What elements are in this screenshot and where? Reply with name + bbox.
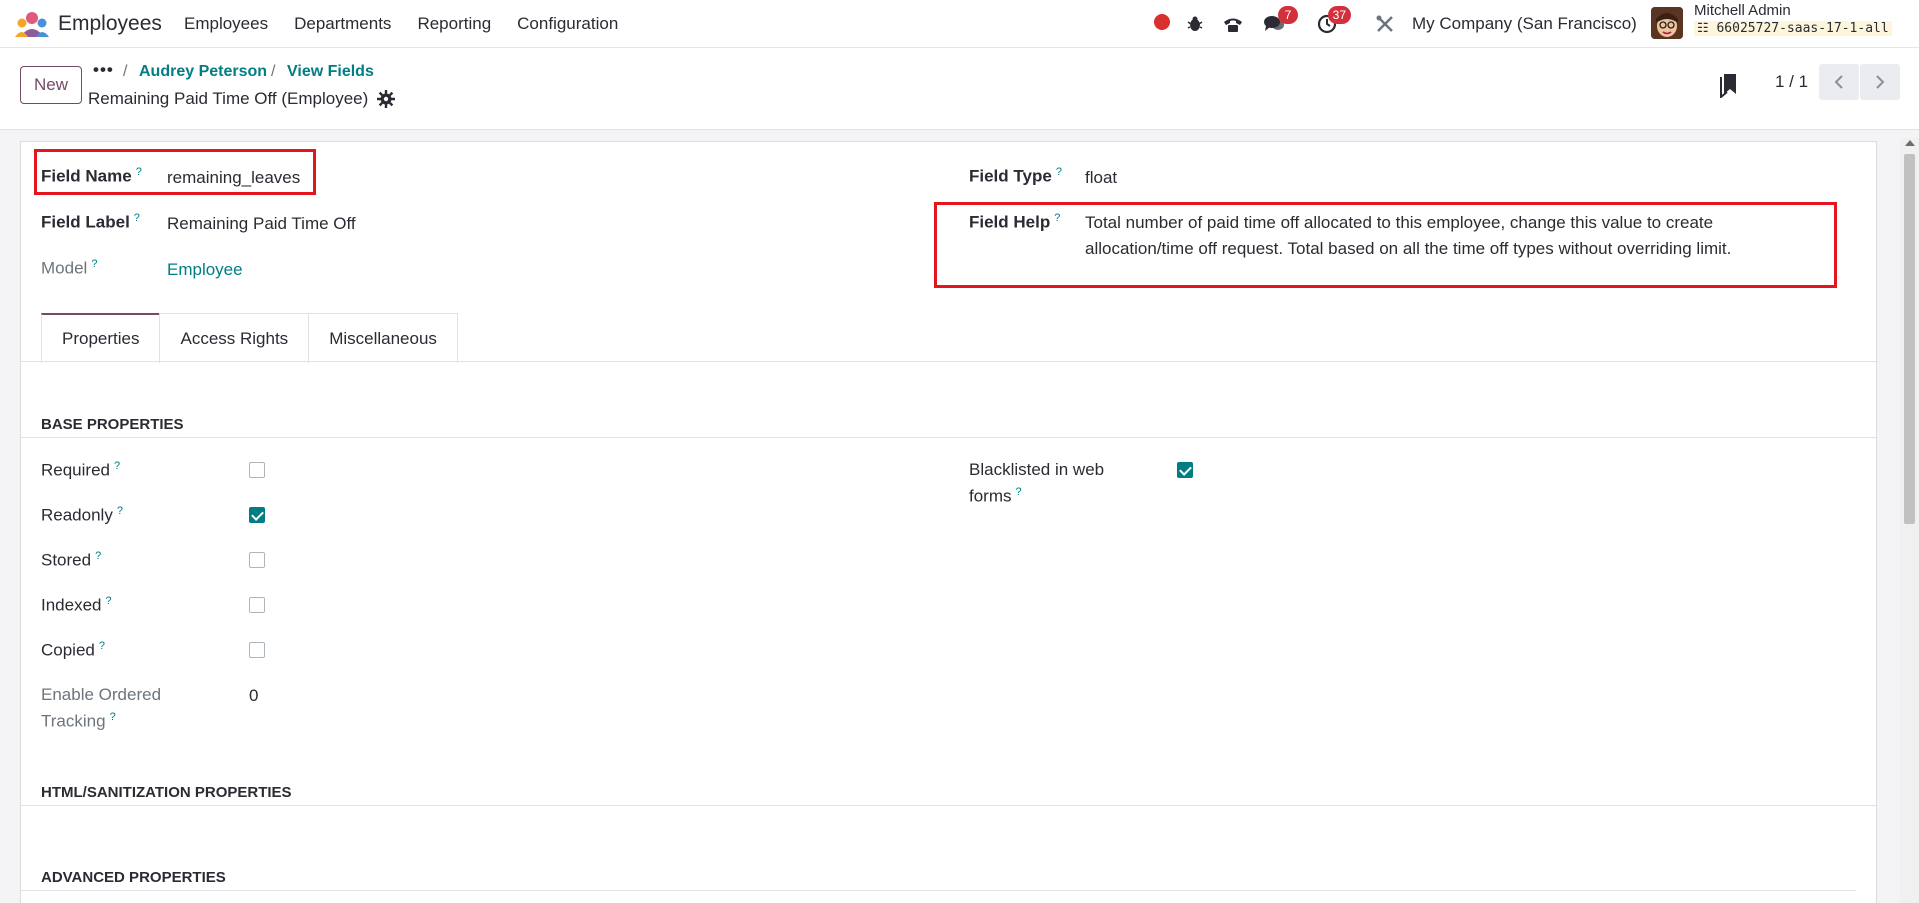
- help-tooltip-icon[interactable]: ?: [1056, 166, 1062, 178]
- help-tooltip-icon[interactable]: ?: [110, 711, 116, 723]
- section-divider: [21, 437, 1876, 438]
- new-button[interactable]: New: [20, 66, 82, 104]
- menu-departments[interactable]: Departments: [294, 14, 391, 34]
- field-label-label: Field Label?: [41, 212, 140, 233]
- field-label-value[interactable]: Remaining Paid Time Off: [167, 214, 356, 234]
- menu-reporting[interactable]: Reporting: [417, 14, 491, 34]
- company-switcher[interactable]: My Company (San Francisco): [1412, 14, 1637, 34]
- settings-tools-icon[interactable]: [1371, 10, 1399, 38]
- help-tooltip-icon[interactable]: ?: [99, 640, 105, 652]
- employees-app-icon[interactable]: [15, 11, 49, 37]
- help-tooltip-icon[interactable]: ?: [91, 258, 97, 270]
- model-label-text: Model: [41, 258, 88, 278]
- readonly-checkbox[interactable]: [249, 507, 265, 523]
- model-label: Model?: [41, 258, 97, 279]
- record-title: Remaining Paid Time Off (Employee): [88, 89, 369, 108]
- section-divider: [21, 890, 1856, 891]
- tracking-label-line-1: Enable Ordered: [41, 685, 162, 704]
- main-menu: Employees Departments Reporting Configur…: [184, 14, 644, 34]
- breadcrumb-audrey-peterson[interactable]: Audrey Peterson: [139, 63, 267, 81]
- breadcrumb-separator: /: [123, 63, 128, 80]
- user-name[interactable]: Mitchell Admin: [1694, 2, 1791, 19]
- help-tooltip-icon[interactable]: ?: [1016, 486, 1022, 498]
- gear-icon[interactable]: [377, 90, 395, 108]
- help-tooltip-icon[interactable]: ?: [106, 595, 112, 607]
- indexed-label: Indexed?: [41, 595, 112, 616]
- section-advanced-properties: ADVANCED PROPERTIES: [41, 869, 226, 886]
- chevron-right-icon: [1876, 75, 1885, 89]
- pager-value[interactable]: 1 / 1: [1775, 72, 1808, 92]
- stored-label: Stored?: [41, 550, 101, 571]
- debug-bug-icon[interactable]: [1181, 10, 1209, 38]
- help-tooltip-icon[interactable]: ?: [134, 212, 140, 224]
- stored-checkbox[interactable]: [249, 552, 265, 568]
- control-panel: New ••• / Audrey Peterson / View Fields …: [0, 48, 1919, 130]
- chevron-left-icon: [1834, 75, 1843, 89]
- section-html-sanitization: HTML/SANITIZATION PROPERTIES: [41, 784, 292, 801]
- database-name: ☷ 66025727-saas-17-1-all: [1694, 21, 1892, 36]
- required-checkbox[interactable]: [249, 462, 265, 478]
- recording-indicator-icon[interactable]: [1154, 14, 1170, 30]
- section-divider: [21, 805, 1876, 806]
- form-sheet: Field Name? remaining_leaves Field Label…: [20, 141, 1878, 903]
- pager-previous-button[interactable]: [1819, 64, 1859, 100]
- tab-miscellaneous[interactable]: Miscellaneous: [308, 313, 458, 363]
- help-tooltip-icon[interactable]: ?: [95, 550, 101, 562]
- field-type-label: Field Type?: [969, 166, 1062, 187]
- readonly-label: Readonly?: [41, 505, 123, 526]
- blacklisted-label-line-1: Blacklisted in web: [969, 460, 1105, 479]
- scroll-up-arrow-icon[interactable]: [1905, 140, 1915, 146]
- activity-badge: 37: [1327, 6, 1351, 24]
- help-tooltip-icon[interactable]: ?: [114, 460, 120, 472]
- activity-clock-icon[interactable]: 37: [1313, 6, 1351, 38]
- tab-divider: [21, 361, 1878, 362]
- menu-configuration[interactable]: Configuration: [517, 14, 618, 34]
- tracking-label-text: Tracking: [41, 711, 106, 731]
- breadcrumb-more-button[interactable]: •••: [93, 60, 114, 80]
- messages-icon[interactable]: 7: [1260, 6, 1298, 38]
- top-navbar: Employees Employees Departments Reportin…: [0, 0, 1919, 48]
- help-tooltip-icon[interactable]: ?: [117, 505, 123, 517]
- blacklisted-label-line-2: forms?: [969, 486, 1022, 507]
- blacklisted-label-text: forms: [969, 486, 1012, 506]
- notebook-tabs: Properties Access Rights Miscellaneous: [41, 313, 458, 363]
- breadcrumb-view-fields[interactable]: View Fields: [287, 63, 374, 81]
- indexed-checkbox[interactable]: [249, 597, 265, 613]
- tab-properties[interactable]: Properties: [41, 313, 161, 363]
- field-type-value[interactable]: float: [1085, 168, 1117, 188]
- copied-label-text: Copied: [41, 640, 95, 660]
- stored-label-text: Stored: [41, 550, 92, 570]
- menu-employees[interactable]: Employees: [184, 14, 268, 34]
- required-label: Required?: [41, 460, 120, 481]
- tracking-label-line-2: Tracking?: [41, 711, 116, 732]
- messages-badge: 7: [1278, 6, 1298, 24]
- app-name[interactable]: Employees: [58, 12, 162, 36]
- page-scrollbar[interactable]: [1900, 138, 1919, 903]
- phone-icon[interactable]: [1219, 10, 1247, 38]
- breadcrumb-separator: /: [271, 63, 276, 80]
- bookmark-icon[interactable]: [1718, 72, 1740, 98]
- copied-checkbox[interactable]: [249, 642, 265, 658]
- readonly-label-text: Readonly: [41, 505, 113, 525]
- user-avatar[interactable]: [1651, 7, 1683, 39]
- section-base-properties: BASE PROPERTIES: [41, 416, 184, 433]
- model-link[interactable]: Employee: [167, 260, 243, 280]
- indexed-label-text: Indexed: [41, 595, 102, 615]
- field-type-label-text: Field Type: [969, 166, 1052, 186]
- required-label-text: Required: [41, 460, 110, 480]
- copied-label: Copied?: [41, 640, 105, 661]
- blacklisted-checkbox[interactable]: [1177, 462, 1193, 478]
- pager-next-button[interactable]: [1860, 64, 1900, 100]
- tracking-value[interactable]: 0: [249, 686, 258, 706]
- database-name-text: 66025727-saas-17-1-all: [1716, 21, 1889, 36]
- highlight-box-field-help: [934, 202, 1837, 288]
- scrollbar-thumb[interactable]: [1904, 154, 1915, 524]
- highlight-box-field-name: [34, 149, 316, 195]
- field-label-label-text: Field Label: [41, 212, 130, 232]
- tab-access-rights[interactable]: Access Rights: [159, 313, 310, 363]
